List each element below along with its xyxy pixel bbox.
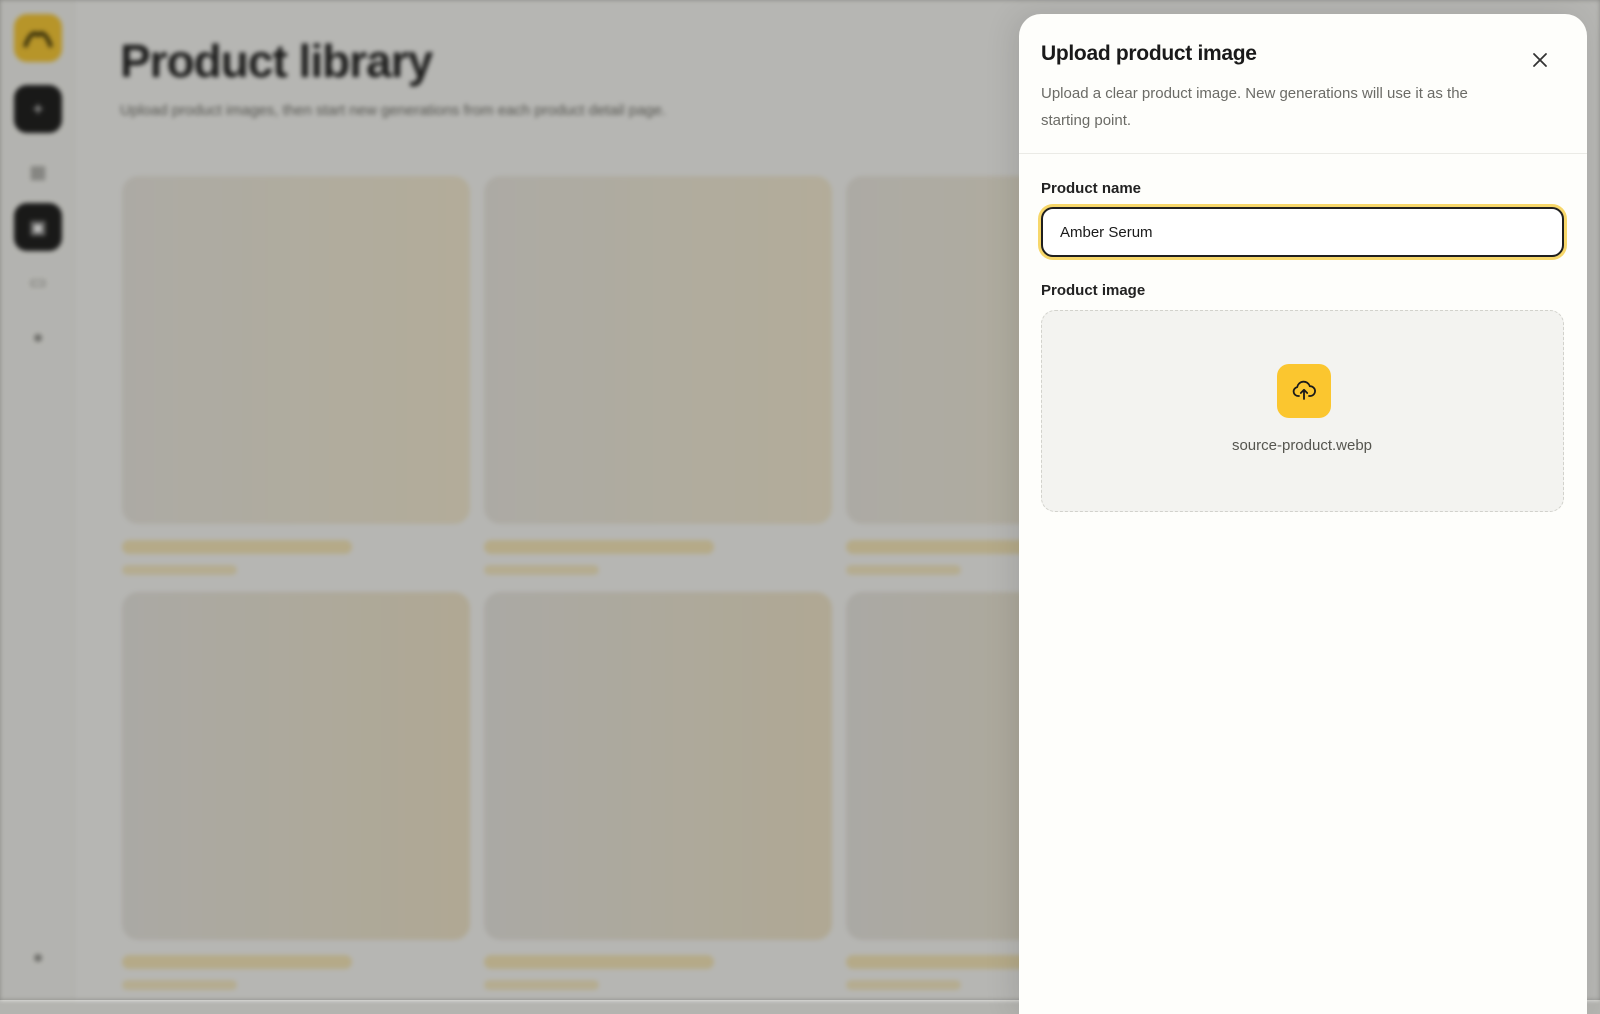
drawer-header: Upload product image Upload a clear prod… <box>1019 14 1587 154</box>
upload-drawer: Upload product image Upload a clear prod… <box>1019 14 1587 1014</box>
product-name-label: Product name <box>1041 180 1142 197</box>
drawer-title: Upload product image <box>1041 42 1257 65</box>
selected-file-name: source-product.webp <box>1231 437 1373 454</box>
cloud-upload-icon <box>1292 380 1316 400</box>
close-icon <box>1533 53 1547 67</box>
upload-badge <box>1277 364 1331 418</box>
close-button[interactable] <box>1526 46 1554 74</box>
drawer-description: Upload a clear product image. New genera… <box>1041 85 1468 129</box>
product-image-label: Product image <box>1041 282 1146 299</box>
product-name-input[interactable] <box>1041 207 1564 257</box>
image-dropzone[interactable]: source-product.webp <box>1041 310 1564 512</box>
